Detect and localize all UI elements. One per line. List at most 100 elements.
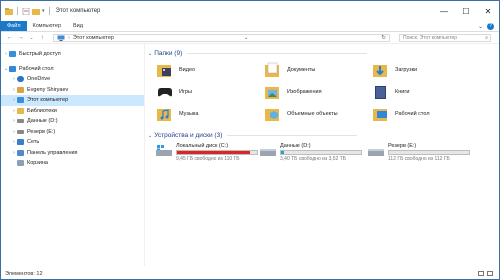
computer-icon (17, 97, 24, 104)
quick-access-dropdown-icon[interactable]: ▾ (42, 8, 45, 14)
user-icon (17, 86, 24, 93)
nav-item-quick-access[interactable]: › Быстрый доступ (1, 49, 144, 60)
address-dropdown-icon[interactable]: ⌄ (244, 35, 252, 41)
breadcrumb-item[interactable]: Этот компьютер (73, 35, 114, 41)
folder-label: Объемные объекты (287, 111, 338, 117)
large-icons-view-icon[interactable] (487, 271, 493, 276)
group-count: (9) (174, 50, 183, 57)
ribbon-right-controls: ⌄ ? (478, 21, 499, 31)
folder-item-3d-objects[interactable]: Объемные объекты (264, 106, 338, 122)
folder-label: Музыка (179, 111, 199, 117)
tab-view[interactable]: Вид (67, 21, 89, 31)
pictures-folder-icon (265, 87, 279, 99)
close-button[interactable]: ✕ (477, 1, 499, 21)
folder-label: Книги (395, 89, 410, 95)
nav-item-label: Быстрый доступ (19, 51, 61, 58)
back-arrow-icon[interactable]: ← (5, 34, 14, 41)
maximize-button[interactable]: ☐ (455, 1, 477, 21)
title-bar: ▾ Этот компьютер — ☐ ✕ (1, 1, 499, 21)
collapse-chevron-icon[interactable]: ⌄ (148, 51, 152, 57)
details-view-icon[interactable] (478, 271, 484, 276)
nav-item-drive-d[interactable]: › Данные (D:) (1, 116, 144, 127)
nav-item-this-pc[interactable]: › Этот компьютер (1, 95, 144, 106)
nav-item-label: Сеть (27, 139, 40, 146)
help-icon[interactable]: ? (487, 22, 494, 30)
status-item-count: Элементов: 12 (5, 270, 43, 277)
desktop-icon (9, 65, 16, 72)
up-arrow-icon[interactable]: ↑ (38, 34, 47, 41)
cloud-icon (17, 76, 24, 83)
control-panel-icon (17, 149, 24, 156)
ribbon-tabs: Файл Компьютер Вид ⌄ ? (1, 21, 499, 32)
recycle-bin-icon (17, 160, 24, 167)
drive-icon (17, 119, 24, 124)
minimize-button[interactable]: — (433, 1, 455, 21)
nav-item-onedrive[interactable]: › OneDrive (1, 74, 144, 85)
drive-usage-bar (280, 150, 362, 155)
nav-item-desktop[interactable]: ⌄ Рабочий стол (1, 64, 144, 75)
hard-drive-icon (368, 149, 384, 156)
folder-item-books[interactable]: Книги (372, 84, 409, 100)
devices-group-header[interactable]: ⌄ Устройства и диски (3) (148, 132, 358, 139)
games-folder-icon (158, 88, 172, 97)
folders-group-header[interactable]: ⌄ Папки (9) (148, 50, 368, 57)
folder-item-pictures[interactable]: Изображения (264, 84, 322, 100)
nav-item-control-panel[interactable]: › Панель управления (1, 148, 144, 159)
folder-item-music[interactable]: Музыка (156, 106, 198, 122)
folder-item-videos[interactable]: Видео (156, 62, 195, 78)
group-divider (227, 135, 358, 136)
address-bar[interactable]: › Этот компьютер ⌄ ↻ (53, 34, 390, 42)
desktop-folder-icon (373, 109, 387, 121)
3d-objects-folder-icon (265, 109, 279, 121)
forward-arrow-icon[interactable]: → (16, 34, 25, 41)
nav-item-label: OneDrive (27, 76, 51, 83)
nav-item-network[interactable]: › Сеть (1, 137, 144, 148)
windows-drive-icon (156, 145, 172, 156)
properties-icon[interactable] (22, 7, 30, 15)
search-input[interactable]: Поиск: Этот компьютер ⌕ (399, 34, 491, 42)
hard-drive-icon (260, 149, 276, 156)
folder-label: Изображения (287, 89, 322, 95)
folder-item-downloads[interactable]: Загрузки (372, 62, 417, 78)
new-folder-icon[interactable] (32, 8, 40, 15)
videos-folder-icon (157, 65, 171, 77)
drive-item-e[interactable]: Резерв (E:) 112 ГБ свободно из 112 ГБ (368, 143, 470, 162)
nav-item-label: Данные (D:) (27, 118, 58, 125)
books-folder-icon (375, 86, 386, 99)
folder-icon (5, 7, 13, 15)
nav-item-recycle-bin[interactable]: Корзина (1, 158, 144, 169)
nav-item-label: Панель управления (27, 149, 78, 156)
drive-item-d[interactable]: Данные (D:) 3,40 ТБ свободно из 3,52 ТБ (260, 143, 362, 162)
navigation-pane: › Быстрый доступ ⌄ Рабочий стол › OneDri… (1, 44, 145, 266)
star-icon (9, 51, 16, 58)
folder-item-games[interactable]: Игры (156, 84, 192, 100)
expand-ribbon-icon[interactable]: ⌄ (478, 23, 483, 30)
drive-item-c[interactable]: Локальный диск (C:) 9,45 ГБ свободно из … (156, 143, 258, 162)
refresh-icon[interactable]: ↻ (381, 35, 389, 41)
content-pane: ⌄ Папки (9) Видео Документы Загрузки Игр… (146, 44, 499, 266)
tab-file[interactable]: Файл (1, 21, 27, 31)
nav-item-label: Корзина (27, 160, 48, 167)
explorer-window: ▾ Этот компьютер — ☐ ✕ Файл Компьютер Ви… (0, 0, 500, 280)
recent-locations-icon[interactable]: ⌄ (27, 35, 36, 41)
collapse-chevron-icon[interactable]: ⌄ (148, 133, 152, 139)
folder-item-desktop[interactable]: Рабочий стол (372, 106, 430, 122)
music-folder-icon (157, 109, 171, 121)
drive-usage-fill (281, 151, 284, 154)
nav-item-drive-e[interactable]: › Резерв (E:) (1, 127, 144, 138)
drive-usage-bar (176, 150, 258, 155)
tab-computer[interactable]: Компьютер (27, 21, 67, 31)
group-title: Устройства и диски (154, 132, 213, 139)
window-title: Этот компьютер (55, 8, 101, 14)
nav-item-libraries[interactable]: › Библиотеки (1, 106, 144, 117)
group-count: (3) (214, 132, 223, 139)
nav-item-user[interactable]: › Evgeny Shiryaev (1, 85, 144, 96)
search-icon: ⌕ (485, 35, 488, 41)
group-divider (187, 53, 368, 54)
folder-label: Видео (179, 67, 196, 73)
library-icon (17, 107, 24, 114)
drive-free-space: 112 ГБ свободно из 112 ГБ (388, 155, 450, 162)
nav-item-label: Рабочий стол (19, 65, 54, 72)
navigation-buttons: ← → ⌄ ↑ (1, 34, 47, 41)
folder-item-documents[interactable]: Документы (264, 62, 315, 78)
